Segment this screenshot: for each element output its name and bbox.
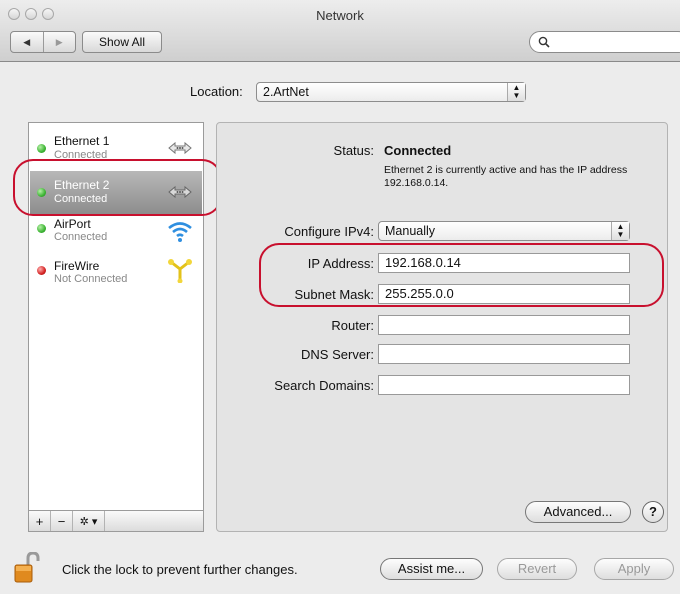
service-name: FireWire xyxy=(54,259,100,273)
status-value: Connected xyxy=(384,143,452,158)
service-status: Connected xyxy=(54,231,108,243)
advanced-button[interactable]: Advanced... xyxy=(525,501,631,523)
search-field[interactable] xyxy=(529,31,680,53)
service-name: Ethernet 1 xyxy=(54,134,110,148)
configure-ipv4-label: Configure IPv4: xyxy=(284,224,374,239)
service-name: AirPort xyxy=(54,217,91,231)
remove-service-button[interactable]: − xyxy=(51,511,73,531)
wifi-icon xyxy=(168,222,192,242)
lock-message: Click the lock to prevent further change… xyxy=(62,562,298,577)
select-arrows-icon: ▲ ▼ xyxy=(611,222,629,240)
back-button[interactable]: ◀ xyxy=(11,32,43,52)
configure-ipv4-value: Manually xyxy=(385,224,436,238)
dns-server-label: DNS Server: xyxy=(301,347,374,362)
forward-button[interactable]: ▶ xyxy=(42,32,76,52)
search-domains-label: Search Domains: xyxy=(274,378,374,393)
help-button[interactable]: ? xyxy=(642,501,664,523)
location-label: Location: xyxy=(190,84,243,99)
navigation-buttons: ◀ ▶ xyxy=(10,31,76,53)
ethernet-icon xyxy=(168,141,192,155)
gear-menu-button[interactable]: ✲ ▾ xyxy=(73,511,105,531)
dns-server-field[interactable] xyxy=(378,344,630,364)
configure-ipv4-select[interactable]: Manually ▲ ▼ xyxy=(378,221,630,241)
search-icon xyxy=(538,36,550,48)
router-label: Router: xyxy=(331,318,374,333)
status-dot-icon xyxy=(37,144,46,153)
apply-button[interactable]: Apply xyxy=(594,558,674,580)
network-preferences-window: Network ◀ ▶ Show All Location: 2.ArtNet … xyxy=(0,0,680,594)
service-list-toolbar: + − ✲ ▾ xyxy=(28,510,204,532)
firewire-icon xyxy=(168,259,192,283)
lock-icon[interactable] xyxy=(14,552,42,584)
status-label: Status: xyxy=(333,143,374,158)
service-status: Not Connected xyxy=(54,273,128,285)
select-arrows-icon: ▲ ▼ xyxy=(507,83,525,101)
assist-me-button[interactable]: Assist me... xyxy=(380,558,483,580)
router-field[interactable] xyxy=(378,315,630,335)
revert-button[interactable]: Revert xyxy=(497,558,577,580)
status-description: Ethernet 2 is currently active and has t… xyxy=(384,164,628,189)
highlight-ring-service xyxy=(13,159,222,216)
add-service-button[interactable]: + xyxy=(29,511,51,531)
status-dot-icon xyxy=(37,224,46,233)
title-bar: Network ◀ ▶ Show All xyxy=(0,0,680,62)
search-domains-field[interactable] xyxy=(378,375,630,395)
show-all-button[interactable]: Show All xyxy=(82,31,162,53)
location-value: 2.ArtNet xyxy=(263,85,309,99)
highlight-ring-ip xyxy=(259,243,664,307)
status-dot-icon xyxy=(37,266,46,275)
service-item-firewire[interactable]: FireWire Not Connected xyxy=(30,253,202,297)
window-title: Network xyxy=(316,8,364,23)
location-select[interactable]: 2.ArtNet ▲ ▼ xyxy=(256,82,526,102)
